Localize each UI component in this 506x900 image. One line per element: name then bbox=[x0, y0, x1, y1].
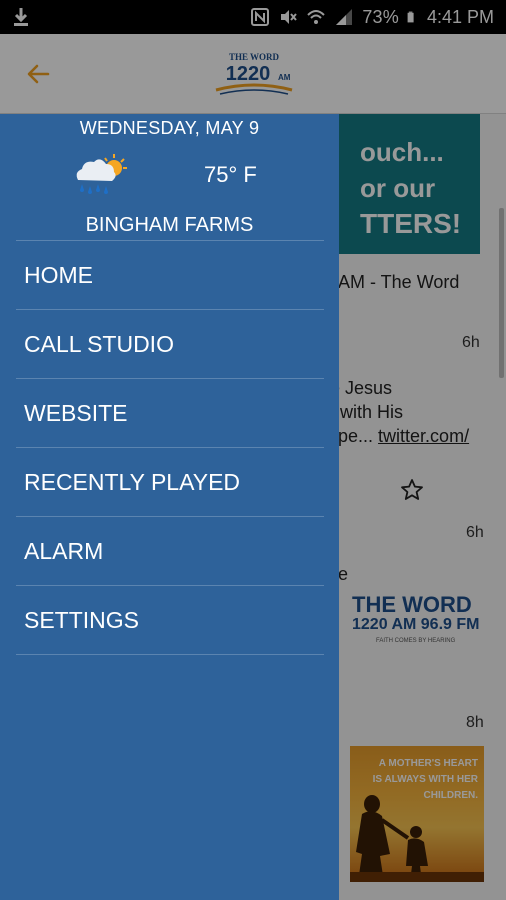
navigation-drawer: WEDNESDAY, MAY 9 75° F BINGHAM FARMS HOM… bbox=[0, 114, 339, 900]
location: BINGHAM FARMS bbox=[85, 214, 254, 236]
menu-item-home[interactable]: HOME bbox=[16, 241, 324, 310]
temperature: 75° F bbox=[204, 162, 257, 187]
menu-item-label: HOME bbox=[24, 261, 93, 288]
menu-item-label: ALARM bbox=[24, 537, 104, 564]
cloud-rain-sun-icon bbox=[76, 154, 127, 194]
menu-item-label: RECENTLY PLAYED bbox=[24, 468, 241, 495]
menu-item-website[interactable]: WEBSITE bbox=[16, 379, 324, 448]
drawer-menu: HOME CALL STUDIO WEBSITE RECENTLY PLAYED… bbox=[16, 240, 324, 655]
menu-item-recently-played[interactable]: RECENTLY PLAYED bbox=[16, 448, 324, 517]
menu-item-label: SETTINGS bbox=[24, 606, 140, 633]
menu-item-call-studio[interactable]: CALL STUDIO bbox=[16, 310, 324, 379]
drawer-date: WEDNESDAY, MAY 9 bbox=[79, 118, 260, 138]
menu-item-label: WEBSITE bbox=[24, 399, 128, 426]
menu-item-alarm[interactable]: ALARM bbox=[16, 517, 324, 586]
menu-item-settings[interactable]: SETTINGS bbox=[16, 586, 324, 655]
menu-item-label: CALL STUDIO bbox=[24, 330, 174, 357]
